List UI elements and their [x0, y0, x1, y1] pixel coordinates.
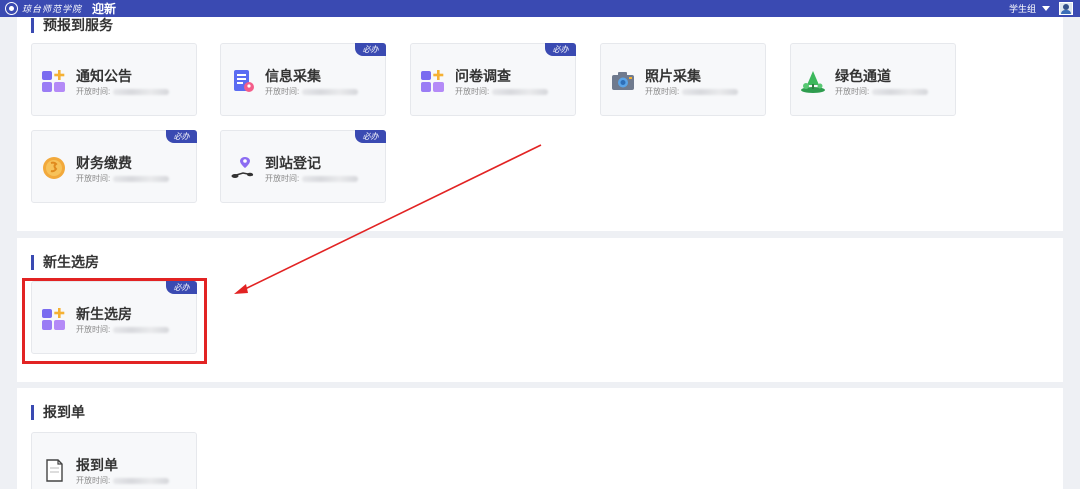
section-header: 报到单: [31, 402, 85, 422]
section-accent-bar: [31, 254, 34, 270]
open-time: 开放时间:: [265, 173, 359, 184]
card-name: 信息采集: [265, 68, 321, 84]
section-title: 预报到服务: [43, 17, 113, 33]
open-time: 开放时间:: [76, 86, 170, 97]
form-icon: [234, 70, 254, 92]
blocks-plus-icon: [42, 70, 65, 92]
card-name: 报到单: [76, 457, 118, 473]
section-header: 预报到服务: [31, 15, 113, 35]
card-name: 财务缴费: [76, 155, 132, 171]
open-time: 开放时间:: [76, 173, 170, 184]
card-name: 新生选房: [76, 306, 132, 322]
required-badge: 必办: [355, 130, 386, 143]
card-room-selection[interactable]: 必办 新生选房 开放时间:: [31, 281, 197, 354]
required-badge: 必办: [355, 43, 386, 56]
open-time: 开放时间:: [76, 324, 170, 335]
card-photo-collection[interactable]: 照片采集 开放时间:: [600, 43, 766, 116]
card-payment[interactable]: 必办 财务缴费 开放时间:: [31, 130, 197, 203]
open-time: 开放时间:: [645, 86, 739, 97]
document-icon: [46, 459, 63, 482]
caret-down-icon[interactable]: [1042, 6, 1050, 11]
card-name: 到站登记: [265, 155, 321, 171]
camera-icon: [612, 72, 634, 90]
school-name: 琼台师范学院: [22, 5, 83, 15]
location-route-icon: [231, 157, 254, 178]
card-registration-form[interactable]: 报到单 开放时间:: [31, 432, 197, 489]
card-info-collection[interactable]: 必办 信息采集 开放时间:: [220, 43, 386, 116]
section-pre-registration: 预报到服务 通知公告 开放时间: 必办 信息采集 开放时间: 必办 问卷调查 开…: [17, 17, 1063, 231]
section-header: 新生选房: [31, 252, 99, 272]
section-room-selection: 新生选房 必办 新生选房 开放时间:: [17, 238, 1063, 382]
open-time: 开放时间:: [76, 475, 170, 486]
user-menu[interactable]: 学生组: [1009, 2, 1050, 15]
open-time: 开放时间:: [835, 86, 929, 97]
user-name[interactable]: 学生组: [1009, 2, 1036, 15]
avatar-icon[interactable]: [1059, 2, 1073, 15]
card-green-channel[interactable]: 绿色通道 开放时间:: [790, 43, 956, 116]
card-survey[interactable]: 必办 问卷调查 开放时间:: [410, 43, 576, 116]
blocks-plus-icon: [421, 70, 444, 92]
section-accent-bar: [31, 17, 34, 33]
school-logo-icon: [5, 2, 18, 15]
section-accent-bar: [31, 404, 34, 420]
card-arrival-registration[interactable]: 必办 到站登记 开放时间:: [220, 130, 386, 203]
coin-icon: [43, 157, 65, 179]
top-bar: 琼台师范学院 迎新 学生组: [0, 0, 1080, 17]
required-badge: 必办: [545, 43, 576, 56]
open-time: 开放时间:: [265, 86, 359, 97]
open-time: 开放时间:: [455, 86, 549, 97]
section-registration-form: 报到单 报到单 开放时间:: [17, 388, 1063, 489]
card-name: 通知公告: [76, 68, 132, 84]
section-title: 新生选房: [43, 254, 99, 270]
section-title: 报到单: [43, 404, 85, 420]
card-name: 问卷调查: [455, 68, 511, 84]
tree-icon: [801, 71, 825, 93]
blocks-plus-icon: [42, 308, 65, 330]
card-notice[interactable]: 通知公告 开放时间:: [31, 43, 197, 116]
required-badge: 必办: [166, 130, 197, 143]
card-name: 绿色通道: [835, 68, 891, 84]
card-name: 照片采集: [645, 68, 701, 84]
required-badge: 必办: [166, 281, 197, 294]
